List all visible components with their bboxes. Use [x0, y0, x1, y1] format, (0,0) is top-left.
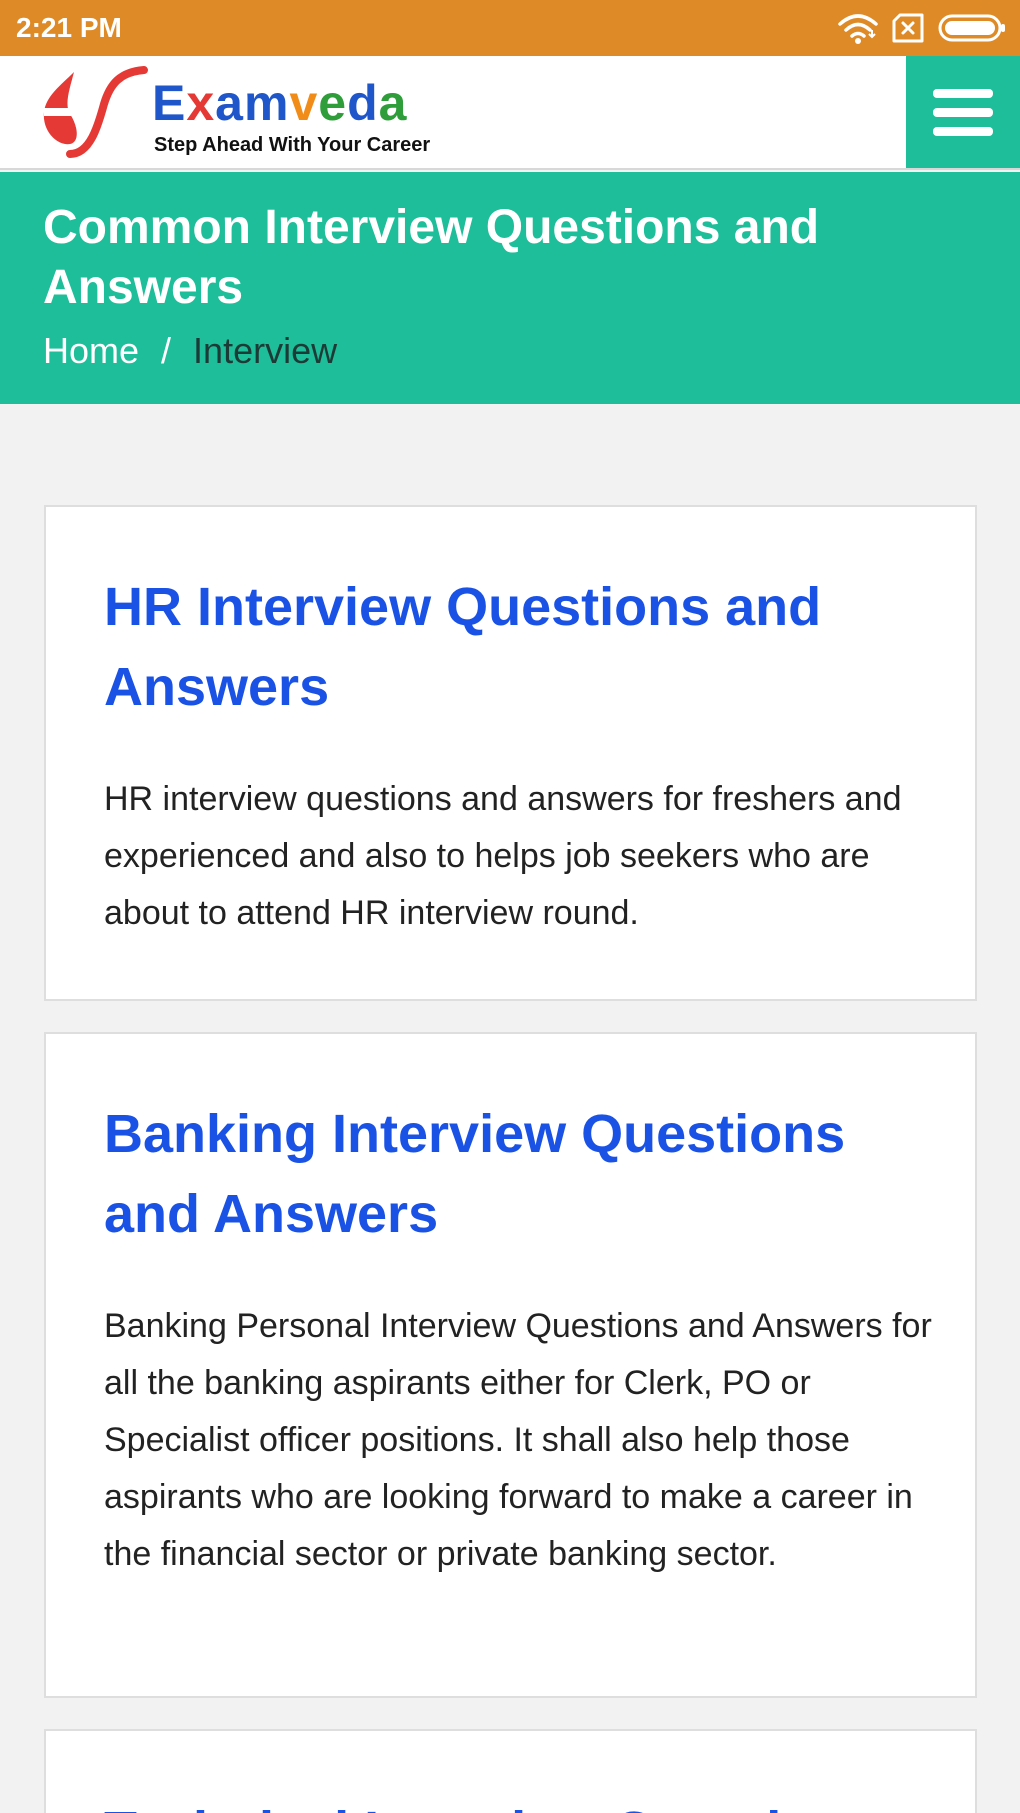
status-time: 2:21 PM — [16, 12, 122, 43]
logo-letter: E — [152, 75, 187, 131]
breadcrumb-current: Interview — [193, 330, 338, 371]
card-title-link[interactable]: Technical Interview Questions — [104, 1791, 924, 1813]
logo-letter: x — [186, 75, 216, 131]
logo-letter: m — [243, 75, 290, 131]
site-header: Examveda Step Ahead With Your Career — [0, 56, 1020, 170]
hamburger-menu-icon — [933, 126, 993, 136]
logo-letter: e — [318, 75, 348, 131]
category-card: HR Interview Questions and Answers HR in… — [44, 505, 977, 1001]
category-card: Banking Interview Questions and Answers … — [44, 1032, 977, 1698]
status-bar: 2:21 PM — [0, 0, 1020, 56]
wifi-icon — [838, 14, 878, 44]
page-title: Common Interview Questions and Answers — [43, 201, 820, 314]
page-banner: Common Interview Questions and Answers H… — [0, 172, 1020, 404]
battery-icon — [938, 14, 1005, 42]
logo-letter: a — [215, 75, 244, 131]
breadcrumb-home[interactable]: Home — [43, 330, 139, 371]
logo-letter: v — [289, 75, 319, 131]
logo-letter: d — [347, 75, 379, 131]
hamburger-menu-icon — [933, 107, 993, 117]
card-description: Banking Personal Interview Questions and… — [104, 1307, 932, 1573]
card-title-link[interactable]: HR Interview Questions and Answers — [104, 567, 924, 727]
logo-swoosh-icon — [43, 66, 148, 158]
card-title-link[interactable]: Banking Interview Questions and Answers — [104, 1094, 924, 1254]
status-icons — [838, 12, 1006, 44]
logo-letter: a — [378, 75, 408, 131]
hamburger-menu-icon — [933, 88, 993, 98]
category-card: Technical Interview Questions — [44, 1729, 977, 1813]
logo-tagline: Step Ahead With Your Career — [154, 134, 431, 156]
no-sim-icon — [892, 13, 924, 43]
breadcrumb-separator: / — [161, 330, 172, 371]
breadcrumb: Home / Interview — [43, 330, 337, 372]
menu-button[interactable] — [906, 56, 1020, 168]
logo-name: Examveda — [152, 78, 407, 128]
card-description: HR interview questions and answers for f… — [104, 780, 902, 932]
site-logo[interactable]: Examveda Step Ahead With Your Career — [40, 62, 460, 166]
